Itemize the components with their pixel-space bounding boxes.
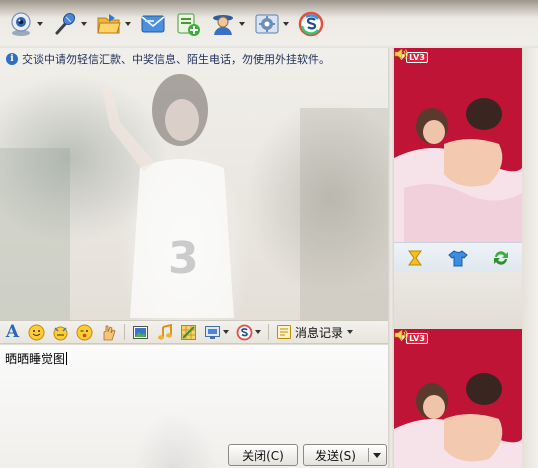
level-badge-text: LV3 bbox=[406, 333, 428, 344]
contact-video-panel: ♥ LV3 bbox=[394, 48, 522, 242]
s-logo-icon bbox=[236, 324, 253, 340]
microphone-icon bbox=[55, 12, 76, 35]
chevron-down-icon bbox=[37, 22, 43, 26]
main-toolbar bbox=[0, 0, 538, 48]
s-tool-button[interactable] bbox=[236, 322, 261, 342]
send-options-chevron-icon[interactable] bbox=[373, 453, 381, 458]
info-icon: i bbox=[6, 53, 18, 65]
wink-emoticon-button[interactable] bbox=[76, 322, 93, 342]
send-button-label: 发送(S) bbox=[315, 448, 356, 463]
chat-background-photo: 3 bbox=[0, 74, 388, 320]
font-icon: A bbox=[5, 322, 20, 342]
video-controls bbox=[394, 242, 522, 272]
webcam-button[interactable] bbox=[8, 8, 43, 40]
level-badge-text: LV3 bbox=[406, 52, 428, 63]
chevron-down-icon bbox=[81, 22, 87, 26]
wink-face-icon bbox=[76, 324, 93, 340]
settings-button[interactable] bbox=[254, 8, 289, 40]
magic-emoticon-button[interactable] bbox=[52, 322, 69, 342]
add-note-icon bbox=[177, 13, 200, 36]
send-button-divider bbox=[368, 448, 369, 462]
toolbar-divider bbox=[124, 324, 125, 340]
shake-window-button[interactable] bbox=[100, 322, 117, 342]
message-input-text[interactable]: 晒晒睡觉图 bbox=[5, 350, 67, 367]
self-video-panel: ♥ LV3 bbox=[394, 329, 522, 468]
scrawl-button[interactable] bbox=[180, 322, 197, 342]
toolbar-divider bbox=[268, 324, 269, 340]
screenshot-button[interactable] bbox=[204, 322, 229, 342]
emoticon-button[interactable] bbox=[28, 322, 45, 342]
input-toolbar: A 消息记录 bbox=[0, 320, 388, 344]
chevron-down-icon bbox=[239, 22, 245, 26]
microphone-button[interactable] bbox=[52, 8, 87, 40]
s-logo-icon bbox=[298, 11, 324, 37]
svg-text:3: 3 bbox=[168, 233, 199, 284]
send-file-button[interactable] bbox=[96, 8, 131, 40]
magic-face-icon bbox=[53, 326, 68, 340]
music-button[interactable] bbox=[156, 322, 173, 342]
message-history-button[interactable]: 消息记录 bbox=[276, 324, 354, 341]
window-edge bbox=[522, 48, 538, 468]
message-history-label: 消息记录 bbox=[295, 325, 344, 340]
add-note-button[interactable] bbox=[175, 8, 201, 40]
refresh-icon[interactable] bbox=[491, 248, 511, 268]
close-button-label: 关闭(C) bbox=[242, 448, 284, 463]
user-card-icon bbox=[213, 15, 233, 35]
hourglass-icon[interactable] bbox=[405, 248, 425, 268]
history-icon bbox=[277, 325, 291, 339]
contact-avatar-photo bbox=[394, 48, 522, 242]
chevron-down-icon bbox=[125, 22, 131, 26]
grid-paint-icon bbox=[181, 324, 196, 340]
self-avatar-photo bbox=[394, 329, 522, 468]
hand-icon bbox=[103, 325, 116, 340]
settings-panel-icon bbox=[255, 14, 279, 34]
chevron-down-icon bbox=[347, 330, 354, 334]
chevron-down-icon bbox=[255, 330, 261, 334]
chevron-down-icon bbox=[283, 22, 289, 26]
tshirt-icon[interactable] bbox=[448, 248, 468, 268]
send-image-button[interactable] bbox=[132, 322, 149, 342]
side-panel-gap bbox=[394, 272, 522, 329]
font-button[interactable]: A bbox=[4, 322, 21, 342]
chevron-down-icon bbox=[223, 330, 229, 334]
speaker-icon[interactable] bbox=[394, 48, 408, 60]
folder-open-icon bbox=[97, 14, 121, 34]
s-app-button[interactable] bbox=[298, 8, 324, 40]
email-button[interactable] bbox=[140, 8, 166, 40]
screenshot-icon bbox=[205, 325, 220, 339]
security-notice: i 交谈中请勿轻信汇款、中奖信息、陌生电话，勿使用外挂软件。 bbox=[6, 51, 330, 67]
chat-history[interactable]: 3 i 交谈中请勿轻信汇款、中奖信息、陌生电话，勿使用外挂软件。 bbox=[0, 48, 388, 320]
smiley-icon bbox=[28, 324, 45, 340]
user-card-button[interactable] bbox=[210, 8, 245, 40]
send-button[interactable]: 发送(S) bbox=[303, 444, 387, 466]
webcam-icon bbox=[11, 12, 31, 36]
music-note-icon bbox=[158, 323, 172, 340]
email-icon bbox=[141, 15, 165, 33]
speaker-icon[interactable] bbox=[394, 329, 408, 341]
image-icon bbox=[133, 325, 148, 339]
close-button[interactable]: 关闭(C) bbox=[228, 444, 298, 466]
security-notice-text: 交谈中请勿轻信汇款、中奖信息、陌生电话，勿使用外挂软件。 bbox=[22, 53, 330, 66]
